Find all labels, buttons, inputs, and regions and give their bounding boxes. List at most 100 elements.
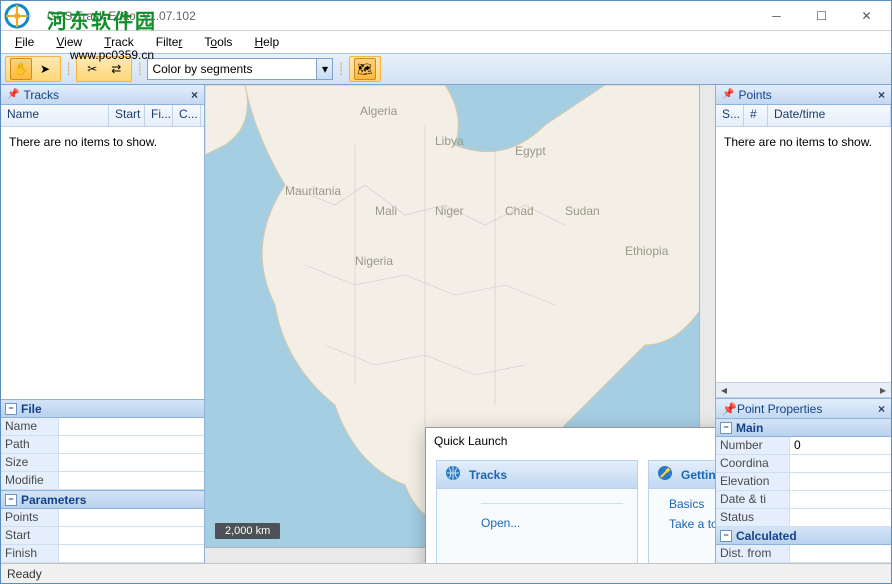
pp-main-head[interactable]: − Main bbox=[716, 419, 891, 437]
pp-title-label: Point Properties bbox=[737, 402, 822, 416]
points-title-label: Points bbox=[738, 88, 771, 102]
svg-text:Egypt: Egypt bbox=[515, 144, 546, 158]
parameters-section-head[interactable]: − Parameters bbox=[1, 491, 204, 509]
scroll-left-icon[interactable]: ◂ bbox=[716, 383, 732, 397]
tracks-list-header: Name Start Fi... C... bbox=[1, 105, 204, 127]
pp-calc-head[interactable]: − Calculated bbox=[716, 527, 891, 545]
param-row: Finish bbox=[1, 545, 204, 563]
color-mode-input[interactable] bbox=[147, 58, 317, 80]
parameters-section-label: Parameters bbox=[21, 493, 86, 507]
file-section-head[interactable]: − File bbox=[1, 400, 204, 418]
pointer-icon: ➤ bbox=[40, 62, 50, 76]
ql-basics-link[interactable]: Basics bbox=[669, 497, 715, 511]
points-panel-title: 📌 Points × bbox=[716, 85, 891, 105]
statusbar: Ready bbox=[1, 563, 891, 583]
ql-getting-started-card: Getting started Basics Take a tour bbox=[648, 460, 715, 563]
pp-main-label: Main bbox=[736, 421, 763, 435]
point-properties-panel: 📌 Point Properties × − Main Number0 Coor… bbox=[716, 398, 891, 563]
pin-icon[interactable]: 📌 bbox=[722, 89, 734, 100]
toolbar-separator: ┊ bbox=[337, 56, 344, 82]
tracks-panel-title: 📌 Tracks × bbox=[1, 85, 204, 105]
svg-text:Niger: Niger bbox=[435, 204, 464, 218]
pointer-tool-button[interactable]: ➤ bbox=[34, 58, 56, 80]
ql-gs-label: Getting started bbox=[681, 468, 715, 482]
file-section-label: File bbox=[21, 402, 42, 416]
divider bbox=[481, 503, 623, 504]
ql-tour-link[interactable]: Take a tour bbox=[669, 517, 715, 531]
quick-launch-titlebar[interactable]: Quick Launch ✕ bbox=[426, 428, 715, 454]
globe-icon bbox=[445, 465, 461, 484]
col-start[interactable]: Start bbox=[109, 105, 145, 126]
status-text: Ready bbox=[7, 567, 42, 581]
wand-icon bbox=[657, 465, 673, 484]
main-area: 📌 Tracks × Name Start Fi... C... There a… bbox=[1, 85, 891, 563]
quick-launch-dialog: Quick Launch ✕ Tracks Open... bbox=[425, 427, 715, 563]
app-logo-icon bbox=[3, 2, 43, 30]
ql-tracks-label: Tracks bbox=[469, 468, 507, 482]
svg-text:Mali: Mali bbox=[375, 204, 397, 218]
maximize-button[interactable]: ☐ bbox=[799, 2, 844, 30]
svg-text:Algeria: Algeria bbox=[360, 104, 398, 118]
hand-tool-button[interactable]: ✋ bbox=[10, 58, 32, 80]
menu-help[interactable]: Help bbox=[244, 33, 289, 51]
collapse-icon[interactable]: − bbox=[5, 494, 17, 506]
tool-group-select: ✋ ➤ bbox=[5, 56, 61, 82]
collapse-icon[interactable]: − bbox=[720, 530, 732, 542]
col-num[interactable]: # bbox=[744, 105, 768, 126]
left-panel: 📌 Tracks × Name Start Fi... C... There a… bbox=[1, 85, 205, 563]
file-row: Name bbox=[1, 418, 204, 436]
swap-icon: ⇄ bbox=[111, 62, 121, 76]
col-name[interactable]: Name bbox=[1, 105, 109, 126]
quick-launch-title-label: Quick Launch bbox=[434, 434, 507, 448]
color-mode-select[interactable]: ▾ bbox=[147, 58, 333, 80]
ql-tracks-card: Tracks Open... bbox=[436, 460, 638, 563]
pp-close[interactable]: × bbox=[878, 402, 885, 416]
param-row: Points bbox=[1, 509, 204, 527]
file-row: Modifie bbox=[1, 472, 204, 490]
titlebar: GPS Track Editor v1.07.102 河东软件园 ─ ☐ ✕ bbox=[1, 1, 891, 31]
svg-text:Sudan: Sudan bbox=[565, 204, 600, 218]
col-s[interactable]: S... bbox=[716, 105, 744, 126]
watermark-url: www.pc0359.cn bbox=[70, 48, 154, 62]
svg-text:Mauritania: Mauritania bbox=[285, 184, 341, 198]
collapse-icon[interactable]: − bbox=[5, 403, 17, 415]
chevron-down-icon[interactable]: ▾ bbox=[317, 58, 333, 80]
menu-tools[interactable]: Tools bbox=[194, 33, 242, 51]
svg-text:Ethiopia: Ethiopia bbox=[625, 244, 669, 258]
scroll-right-icon[interactable]: ▸ bbox=[875, 383, 891, 397]
svg-text:Libya: Libya bbox=[435, 134, 464, 148]
map-icon: 🗺 bbox=[357, 62, 372, 76]
hand-icon: ✋ bbox=[14, 62, 29, 76]
points-hscroll[interactable]: ◂ ▸ bbox=[716, 382, 891, 398]
pp-calc-label: Calculated bbox=[736, 529, 797, 543]
close-button[interactable]: ✕ bbox=[844, 2, 889, 30]
file-section: − File Name Path Size Modifie bbox=[1, 399, 204, 490]
collapse-icon[interactable]: − bbox=[720, 422, 732, 434]
svg-text:Nigeria: Nigeria bbox=[355, 254, 393, 268]
menu-file[interactable]: File bbox=[5, 33, 44, 51]
ql-open-link[interactable]: Open... bbox=[481, 516, 623, 530]
points-empty-text: There are no items to show. bbox=[716, 127, 891, 382]
svg-text:Chad: Chad bbox=[505, 204, 534, 218]
pin-icon[interactable]: 📌 bbox=[7, 89, 19, 100]
tracks-title-label: Tracks bbox=[23, 88, 59, 102]
file-row: Size bbox=[1, 454, 204, 472]
col-c[interactable]: C... bbox=[173, 105, 201, 126]
minimize-button[interactable]: ─ bbox=[754, 2, 799, 30]
points-panel-close[interactable]: × bbox=[878, 88, 885, 102]
map-tool-button[interactable]: 🗺 bbox=[354, 58, 376, 80]
col-datetime[interactable]: Date/time bbox=[768, 105, 891, 126]
scissors-icon: ✂ bbox=[87, 62, 97, 76]
right-panel: 📌 Points × S... # Date/time There are no… bbox=[715, 85, 891, 563]
watermark-text: 河东软件园 bbox=[47, 5, 157, 34]
map-viewport[interactable]: Algeria Libya Egypt Mauritania Mali Niger Cha… bbox=[205, 85, 715, 563]
pin-icon[interactable]: 📌 bbox=[722, 402, 737, 416]
tool-group-map: 🗺 bbox=[349, 56, 381, 82]
file-row: Path bbox=[1, 436, 204, 454]
param-row: Start bbox=[1, 527, 204, 545]
scale-bar: 2,000 km bbox=[215, 523, 280, 539]
col-finish[interactable]: Fi... bbox=[145, 105, 173, 126]
tracks-empty-text: There are no items to show. bbox=[1, 127, 204, 399]
tracks-panel-close[interactable]: × bbox=[191, 88, 198, 102]
points-list-header: S... # Date/time bbox=[716, 105, 891, 127]
